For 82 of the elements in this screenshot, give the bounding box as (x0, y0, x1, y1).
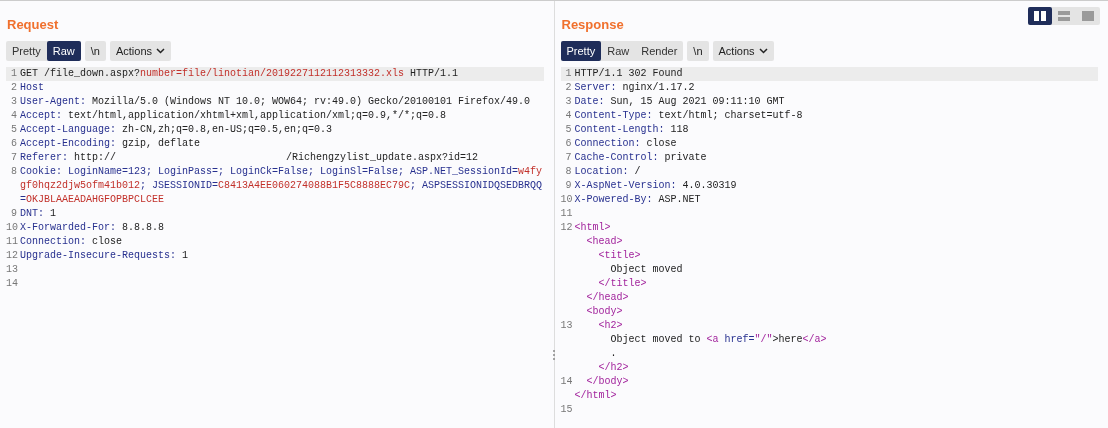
code-line: Cache-Control: private (574, 151, 707, 165)
line-number: 13 (560, 319, 574, 333)
code-line: </title> (597, 277, 647, 291)
code-line: Host (20, 81, 44, 95)
newline-toggle[interactable]: \n (84, 41, 106, 61)
actions-dropdown[interactable]: Actions (712, 41, 774, 61)
code-line: . (609, 347, 617, 361)
code-line: <head> (585, 235, 623, 249)
line-number: 12 (6, 249, 19, 263)
code-line: Date: Sun, 15 Aug 2021 09:11:10 GMT (574, 95, 785, 109)
line-number: 2 (564, 81, 573, 95)
line-number: 6 (564, 137, 573, 151)
chevron-down-icon (758, 48, 768, 54)
line-number: 8 (10, 165, 18, 179)
single-view-icon (1082, 11, 1094, 21)
line-number: 14 (560, 375, 574, 389)
line-number: 10 (6, 221, 19, 235)
code-line: <html> (574, 221, 611, 235)
line-number: 8 (564, 165, 573, 179)
view-tab[interactable]: Pretty (560, 41, 602, 61)
code-line: Object moved (609, 263, 683, 277)
stacked-view-icon (1058, 11, 1070, 21)
code-line: </head> (585, 291, 629, 305)
line-number: 6 (10, 137, 18, 151)
line-number: 3 (10, 95, 18, 109)
split-view-icon (1034, 11, 1046, 21)
code-line: Content-Length: 118 (574, 123, 689, 137)
view-tab[interactable]: Raw (46, 41, 81, 61)
code-line: Content-Type: text/html; charset=utf-8 (574, 109, 803, 123)
code-line: </h2> (597, 361, 629, 375)
line-number: 9 (10, 207, 18, 221)
line-number: 14 (6, 277, 19, 291)
code-line: Accept-Encoding: gzip, deflate (20, 137, 201, 151)
panel-title: Response (560, 16, 624, 34)
line-number: 3 (564, 95, 573, 109)
line-number: 9 (564, 179, 573, 193)
line-number: 11 (560, 207, 574, 221)
code-line: X-Forwarded-For: 8.8.8.8 (20, 221, 165, 235)
line-number: 1 (564, 67, 573, 81)
view-tab[interactable]: Pretty (6, 41, 47, 61)
code-line: <body> (585, 305, 623, 319)
code-line: Accept-Language: zh-CN,zh;q=0.8,en-US;q=0.5,en;q=0.3 (20, 123, 333, 137)
code-line: Object moved to <a href="/">here</a> (609, 333, 827, 347)
code-line: HTTP/1.1 302 Found (574, 67, 683, 81)
chevron-down-icon (156, 48, 165, 54)
code-line: User-Agent: Mozilla/5.0 (Windows NT 10.0; WOW64; rv:49.0) Gecko/20100101 Firefox/49.0 (20, 95, 531, 109)
code-line: Location: / (574, 165, 641, 179)
line-number: 4 (10, 109, 18, 123)
line-number: 5 (564, 123, 573, 137)
code-line: Cookie: LoginName=123; LoginPass=; LoginCk=False; LoginSl=False; ASP.NET_SessionId=w4fygf0hqz2djw5ofm41b012; JSESSIONID=C8413A4EE060274088B1F5C8888EC79C; ASPSESSIONIDQSEDBRQQ=OKJBLAAEADAHGFOPBPCLCEE (20, 165, 544, 207)
view-tab[interactable]: Render (635, 41, 684, 61)
line-number: 2 (10, 81, 18, 95)
line-number: 4 (564, 109, 573, 123)
actions-dropdown[interactable]: Actions (109, 41, 171, 61)
splitter-handle-icon (551, 349, 556, 361)
code-line: X-Powered-By: ASP.NET (574, 193, 701, 207)
line-number: 1 (10, 67, 18, 81)
layout-toggle-button[interactable] (1028, 7, 1052, 25)
panel-title: Request (6, 16, 59, 34)
view-tab[interactable]: Raw (601, 41, 636, 61)
code-line: X-AspNet-Version: 4.0.30319 (574, 179, 737, 193)
line-number: 10 (560, 193, 574, 207)
newline-toggle[interactable]: \n (687, 41, 709, 61)
code-line: </body> (585, 375, 629, 389)
line-number: 13 (6, 263, 19, 277)
code-line: Referer: http:// /Richengzylist_update.aspx?id=12 (20, 151, 479, 165)
line-number: 11 (6, 235, 19, 249)
line-number: 12 (560, 221, 574, 235)
code-line: Accept: text/html,application/xhtml+xml,application/xml;q=0.9,*/*;q=0.8 (20, 109, 447, 123)
line-number: 15 (560, 403, 574, 417)
code-line: Server: nginx/1.17.2 (574, 81, 695, 95)
code-line: DNT: 1 (20, 207, 57, 221)
code-line: GET /file_down.aspx?number=file/linotian/2019227112112313332.xls HTTP/1.1 (20, 67, 459, 81)
code-line: Upgrade-Insecure-Requests: 1 (20, 249, 189, 263)
line-number: 5 (10, 123, 18, 137)
code-line: Connection: close (20, 235, 123, 249)
code-line: </html> (574, 389, 617, 403)
code-line: Connection: close (574, 137, 677, 151)
line-number: 7 (10, 151, 18, 165)
code-line: <h2> (597, 319, 623, 333)
line-number: 7 (564, 151, 573, 165)
code-line: <title> (597, 249, 641, 263)
